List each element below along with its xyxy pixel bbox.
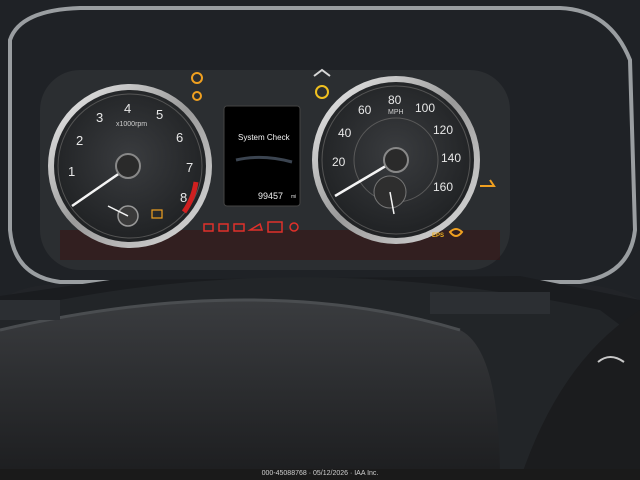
odometer-value: 99457 <box>258 191 284 201</box>
speed-mark-20: 20 <box>332 155 346 169</box>
tach-mark-8: 8 <box>180 190 188 205</box>
speedometer-hub <box>383 147 409 173</box>
speed-mark-120: 120 <box>433 123 454 137</box>
dashboard-artwork <box>0 0 640 480</box>
speed-mark-140: 140 <box>441 151 462 165</box>
footer-caption: 000-45088768 · 05/12/2026 · IAA Inc. <box>261 470 379 477</box>
speed-mark-160: 160 <box>433 180 454 194</box>
tach-unit-label: x1000rpm <box>116 121 148 128</box>
speed-mark-100: 100 <box>415 101 436 115</box>
speed-mark-60: 60 <box>358 103 372 117</box>
tach-mark-2: 2 <box>76 133 84 148</box>
display-title: System Check <box>238 133 290 142</box>
tach-mark-6: 6 <box>176 130 184 145</box>
tach-mark-7: 7 <box>186 160 194 175</box>
tach-mark-5: 5 <box>156 107 164 122</box>
tachometer-hub <box>115 153 141 179</box>
carbon-trim-right <box>430 292 550 314</box>
tach-mark-4: 4 <box>124 101 132 116</box>
dashboard-photo: 1 2 3 4 5 6 7 8 x1000rpm 20 40 60 80 100… <box>0 0 640 480</box>
eps-indicator-label: EPS <box>432 233 445 239</box>
speed-unit-label: MPH <box>388 109 404 116</box>
speed-mark-40: 40 <box>338 126 352 140</box>
speed-mark-80: 80 <box>388 93 402 107</box>
tach-mark-3: 3 <box>96 110 104 125</box>
tach-mark-1: 1 <box>68 164 76 179</box>
carbon-trim-left <box>0 300 60 320</box>
steering-wheel <box>0 300 500 480</box>
odometer-unit: mi <box>291 194 297 200</box>
